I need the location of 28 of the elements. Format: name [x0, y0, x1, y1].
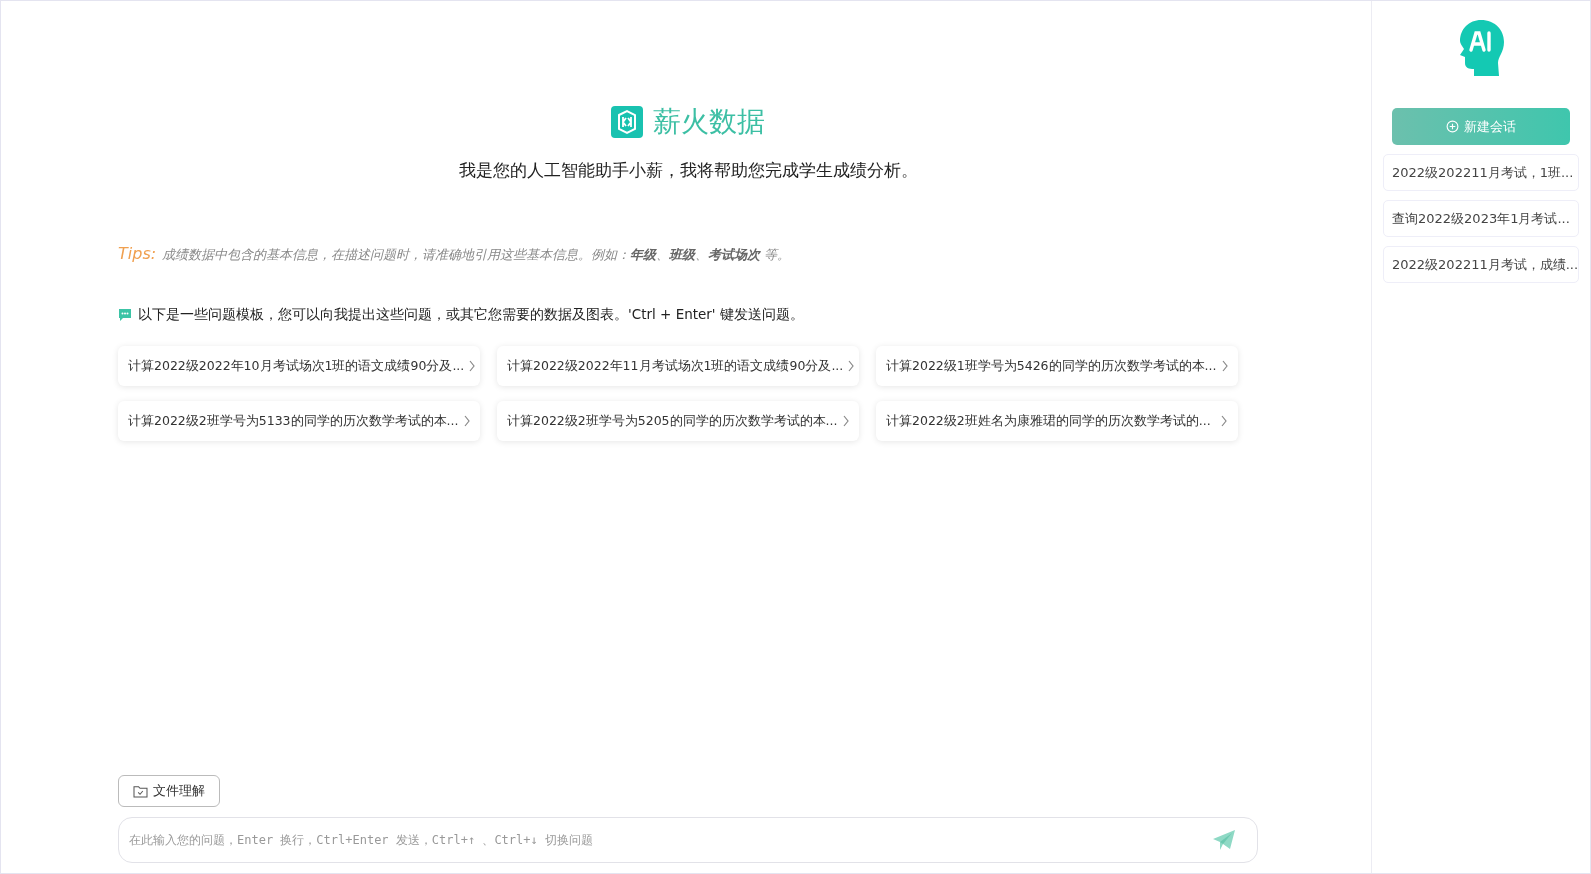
send-icon[interactable]	[1212, 829, 1236, 851]
question-template[interactable]: 计算2022级1班学号为5426的同学的历次数学考试的本...	[876, 346, 1238, 386]
templates-intro: 以下是一些问题模板，您可以向我提出这些问题，或其它您需要的数据及图表。'Ctrl + Enter' 键发送问题。	[138, 306, 804, 324]
ai-head-icon	[1457, 19, 1505, 77]
question-template[interactable]: 计算2022级2班姓名为康雅珺的同学的历次数学考试的...	[876, 401, 1238, 441]
tips-label: Tips:	[118, 244, 157, 263]
question-template[interactable]: 计算2022级2班学号为5205的同学的历次数学考试的本...	[497, 401, 859, 441]
session-item[interactable]: 2022级202211月考试，1班...	[1383, 154, 1579, 191]
chevron-right-icon	[1220, 360, 1229, 372]
file-understanding-button[interactable]: 文件理解	[118, 775, 220, 807]
question-template[interactable]: 计算2022级2班学号为5133的同学的历次数学考试的本...	[118, 401, 480, 441]
tips-text: 成绩数据中包含的基本信息，在描述问题时，请准确地引用这些基本信息。例如：年级、班级、考试场次 等。	[162, 246, 791, 264]
brand-name: 薪火数据	[653, 104, 765, 140]
session-item[interactable]: 2022级202211月考试，成绩...	[1383, 246, 1579, 283]
question-template[interactable]: 计算2022级2022年11月考试场次1班的语文成绩90分及...	[497, 346, 859, 386]
plus-circle-icon	[1446, 120, 1459, 133]
chevron-right-icon	[1220, 415, 1228, 427]
question-input[interactable]: 在此输入您的问题，Enter 换行，Ctrl+Enter 发送，Ctrl+↑ 、Ctrl+↓ 切换问题	[118, 817, 1258, 863]
chevron-right-icon	[841, 415, 850, 427]
welcome-text: 我是您的人工智能助手小薪，我将帮助您完成学生成绩分析。	[457, 159, 919, 182]
session-item[interactable]: 查询2022级2023年1月考试...	[1383, 200, 1579, 237]
chat-bubble-icon	[118, 308, 132, 322]
chevron-right-icon	[468, 360, 477, 372]
chevron-right-icon	[847, 360, 856, 372]
question-template[interactable]: 计算2022级2022年10月考试场次1班的语文成绩90分及...	[118, 346, 480, 386]
logo-icon	[611, 106, 643, 138]
chevron-right-icon	[462, 415, 471, 427]
folder-icon	[133, 784, 148, 798]
